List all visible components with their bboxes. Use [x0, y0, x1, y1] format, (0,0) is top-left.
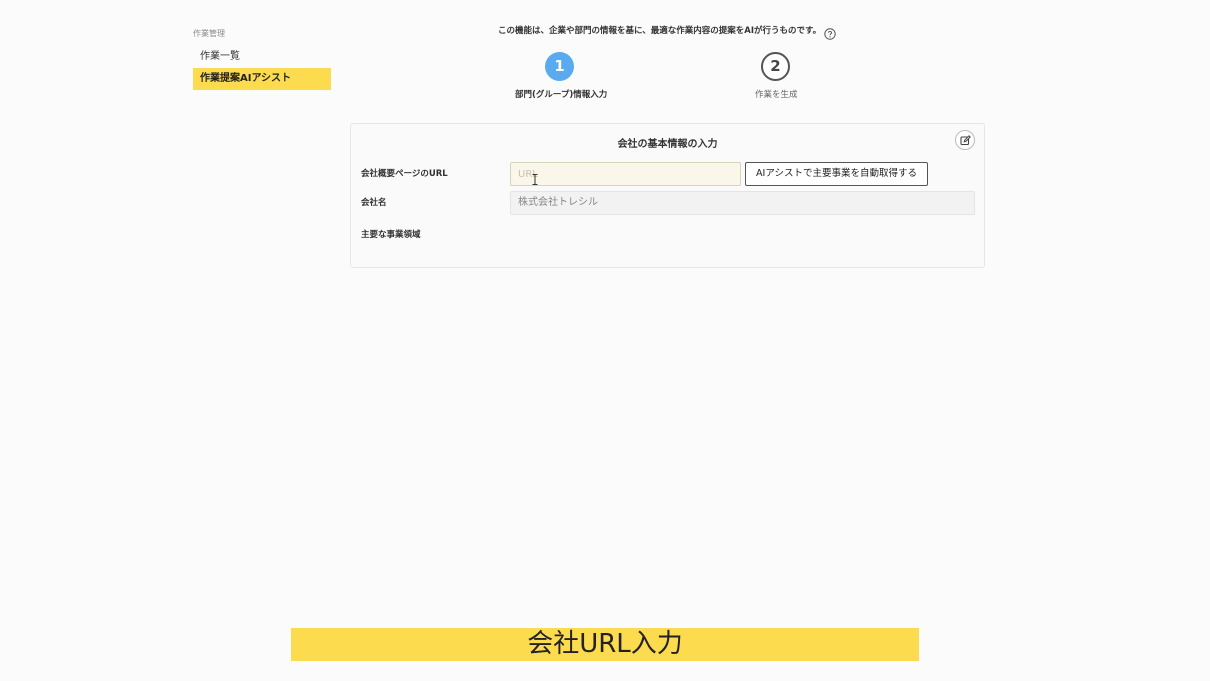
step-1-indicator: 1	[545, 52, 574, 81]
sidebar-item-task-list[interactable]: 作業一覧	[193, 46, 331, 68]
edit-icon	[960, 135, 971, 146]
company-info-card: 会社の基本情報の入力 会社概要ページのURL AIアシストで主要事業を自動取得す…	[350, 123, 985, 268]
sidebar-heading: 作業管理	[193, 29, 225, 38]
company-name-field[interactable]: 株式会社トレシル	[510, 191, 975, 215]
business-areas-label: 主要な事業領域	[361, 230, 421, 240]
step-2-indicator: 2	[761, 52, 790, 81]
question-circle-icon[interactable]	[824, 25, 836, 40]
sidebar-item-task-ai-assist[interactable]: 作業提案AIアシスト	[193, 68, 331, 90]
edit-button[interactable]	[955, 130, 975, 150]
company-name-label: 会社名	[361, 198, 387, 208]
caption-banner: 会社URL入力	[291, 628, 919, 661]
text-cursor-icon	[532, 174, 538, 185]
intro-text: この機能は、企業や部門の情報を基に、最適な作業内容の提案をAIが行うものです。	[498, 26, 822, 36]
url-field-label: 会社概要ページのURL	[361, 169, 448, 179]
step-1-label: 部門(グループ)情報入力	[515, 90, 608, 100]
company-url-input[interactable]	[510, 162, 741, 186]
ai-auto-fetch-button[interactable]: AIアシストで主要事業を自動取得する	[745, 162, 928, 186]
step-2-label: 作業を生成	[755, 90, 798, 100]
card-title: 会社の基本情報の入力	[617, 139, 718, 150]
